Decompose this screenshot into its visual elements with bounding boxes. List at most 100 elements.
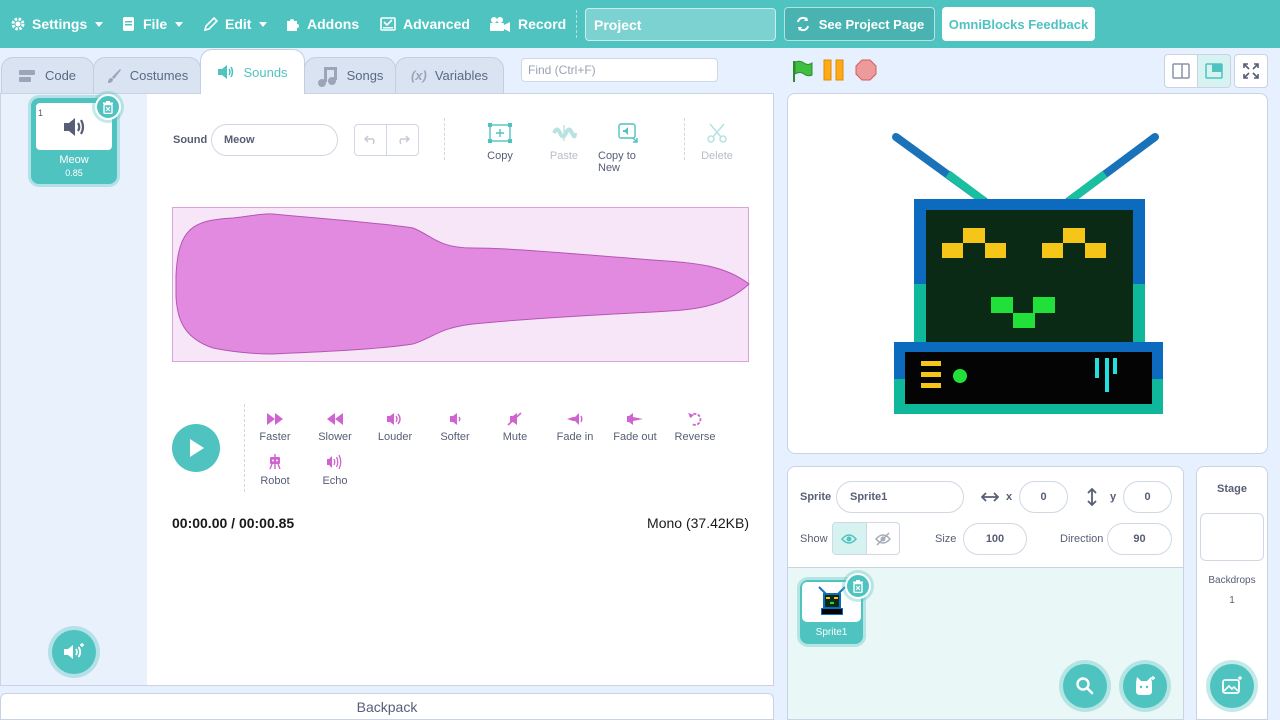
stage-canvas[interactable] bbox=[787, 93, 1268, 454]
puzzle-icon bbox=[287, 19, 299, 31]
backpack-bar[interactable]: Backpack bbox=[0, 693, 774, 720]
effect-louder-label: Louder bbox=[377, 431, 413, 443]
swap-icon bbox=[796, 16, 809, 32]
effect-echo-label: Echo bbox=[322, 475, 348, 487]
direction-label: Direction bbox=[1060, 533, 1104, 545]
search-sprite-button[interactable] bbox=[1063, 664, 1107, 708]
add-backdrop-icon bbox=[1222, 676, 1242, 694]
fullscreen-button[interactable] bbox=[1234, 54, 1268, 88]
copy-label: Copy bbox=[487, 150, 513, 162]
stage-panel-title: Stage bbox=[1217, 483, 1247, 495]
find-input[interactable]: Find (Ctrl+F) bbox=[521, 58, 718, 82]
toolbar-divider bbox=[444, 118, 445, 160]
redo-button[interactable] bbox=[387, 125, 418, 155]
see-project-page-button[interactable]: See Project Page bbox=[784, 7, 935, 41]
speaker-icon bbox=[218, 65, 234, 79]
sprite-name-input[interactable]: Sprite1 bbox=[836, 481, 964, 513]
music-note-icon bbox=[317, 66, 337, 87]
effect-reverse-button[interactable]: Reverse bbox=[665, 412, 725, 443]
advanced-menu[interactable]: Advanced bbox=[379, 0, 470, 48]
tab-songs[interactable]: Songs bbox=[304, 57, 396, 93]
backdrops-label: Backdrops bbox=[1208, 575, 1256, 586]
mute-icon bbox=[507, 412, 522, 426]
direction-input[interactable]: 90 bbox=[1107, 523, 1172, 555]
advanced-label: Advanced bbox=[403, 16, 470, 32]
effect-mute-button[interactable]: Mute bbox=[485, 412, 545, 443]
waveform-display[interactable] bbox=[172, 207, 750, 362]
tab-costumes[interactable]: Costumes bbox=[93, 57, 201, 93]
effect-louder-button[interactable]: Louder bbox=[365, 412, 425, 443]
effect-echo-button[interactable]: Echo bbox=[305, 454, 365, 487]
sound-name: Meow bbox=[59, 154, 89, 166]
add-sound-icon bbox=[64, 643, 84, 659]
y-input[interactable]: 0 bbox=[1123, 481, 1172, 513]
play-icon bbox=[190, 439, 204, 457]
toolbar-divider bbox=[684, 118, 685, 160]
add-backdrop-button[interactable] bbox=[1210, 664, 1254, 708]
project-title-input[interactable]: Project bbox=[585, 8, 776, 41]
effect-robot-button[interactable]: Robot bbox=[245, 454, 305, 487]
vertical-arrows-icon bbox=[1087, 488, 1097, 506]
settings-label: Settings bbox=[32, 16, 88, 32]
addons-menu[interactable]: Addons bbox=[285, 0, 359, 48]
tab-code[interactable]: Code bbox=[1, 57, 94, 93]
redo-icon bbox=[398, 135, 410, 145]
copy-button[interactable]: Copy bbox=[470, 122, 530, 162]
effect-softer-label: Softer bbox=[440, 431, 470, 443]
effect-softer-button[interactable]: Softer bbox=[425, 412, 485, 443]
delete-label: Delete bbox=[701, 150, 733, 162]
paste-button[interactable]: Paste bbox=[534, 122, 594, 162]
effect-fade-in-label: Fade in bbox=[556, 431, 594, 443]
undo-button[interactable] bbox=[355, 125, 387, 155]
file-menu[interactable]: File bbox=[121, 0, 184, 48]
settings-menu[interactable]: Settings bbox=[10, 0, 104, 48]
chevron-down-icon bbox=[95, 21, 104, 27]
tab-sounds[interactable]: Sounds bbox=[200, 49, 305, 94]
add-sprite-button[interactable] bbox=[1123, 664, 1167, 708]
green-flag-button[interactable] bbox=[790, 59, 814, 83]
fade-in-icon bbox=[567, 413, 583, 425]
menu-bar: Settings File Edit Addons Advanced Recor… bbox=[0, 0, 1280, 48]
play-button[interactable] bbox=[172, 424, 220, 472]
delete-sound-button[interactable] bbox=[95, 94, 121, 120]
small-stage-icon bbox=[1172, 63, 1190, 79]
waveform bbox=[175, 213, 750, 355]
x-label: x bbox=[1006, 491, 1013, 503]
show-label: Show bbox=[800, 533, 828, 545]
effect-slower-button[interactable]: Slower bbox=[305, 412, 365, 443]
copy-to-new-button[interactable]: Copy to New bbox=[598, 122, 658, 174]
robot-tv-sprite bbox=[892, 133, 1163, 414]
effect-faster-button[interactable]: Faster bbox=[245, 412, 305, 443]
small-stage-button[interactable] bbox=[1164, 54, 1198, 88]
slower-icon bbox=[327, 413, 343, 425]
sound-name-input[interactable]: Meow bbox=[211, 124, 338, 156]
record-menu[interactable]: Record bbox=[488, 0, 566, 48]
chevron-down-icon bbox=[175, 21, 184, 27]
eye-slash-icon bbox=[874, 531, 891, 546]
effect-fade-in-button[interactable]: Fade in bbox=[545, 412, 605, 443]
tab-variables[interactable]: (x) Variables bbox=[395, 57, 504, 93]
effect-mute-label: Mute bbox=[502, 431, 528, 443]
feedback-button[interactable]: OmniBlocks Feedback bbox=[942, 7, 1095, 41]
hide-sprite-button[interactable] bbox=[867, 523, 900, 554]
file-icon bbox=[123, 17, 134, 31]
robot-icon bbox=[269, 454, 281, 470]
code-icon bbox=[18, 69, 35, 82]
delete-button[interactable]: Delete bbox=[687, 122, 747, 162]
delete-sprite-button[interactable] bbox=[845, 573, 871, 599]
stage-thumbnail bbox=[1200, 513, 1264, 561]
paste-icon bbox=[552, 125, 577, 141]
x-input[interactable]: 0 bbox=[1019, 481, 1068, 513]
undo-redo-group bbox=[354, 124, 419, 156]
robot-tv-thumbnail bbox=[818, 586, 846, 615]
add-sound-button[interactable] bbox=[52, 630, 96, 674]
show-sprite-button[interactable] bbox=[833, 523, 867, 554]
playback-time: 00:00.00 / 00:00.85 bbox=[172, 515, 295, 531]
pause-button[interactable] bbox=[822, 59, 846, 81]
effect-fade-out-button[interactable]: Fade out bbox=[605, 412, 665, 443]
large-stage-button[interactable] bbox=[1197, 54, 1231, 88]
paste-label: Paste bbox=[549, 150, 579, 162]
stop-button[interactable] bbox=[855, 59, 877, 81]
edit-menu[interactable]: Edit bbox=[203, 0, 268, 48]
size-input[interactable]: 100 bbox=[963, 523, 1027, 555]
